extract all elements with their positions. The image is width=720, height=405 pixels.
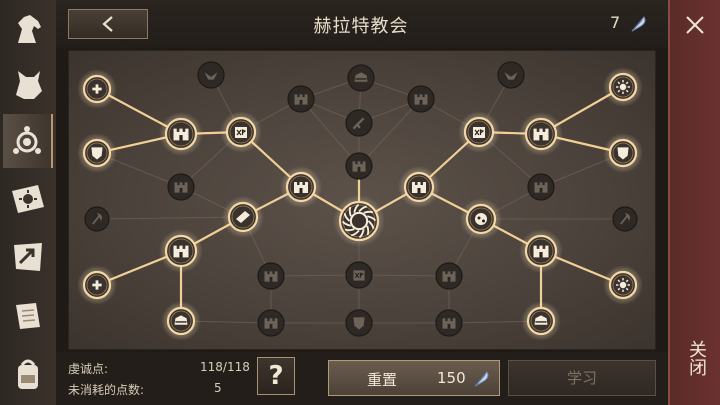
skill-node-active[interactable]	[159, 112, 203, 156]
sidebar-item-backpack[interactable]	[3, 346, 53, 400]
close-label: 关闭	[686, 340, 707, 376]
skill-node-active[interactable]	[519, 229, 563, 273]
sidebar-item-scroll[interactable]	[3, 288, 53, 342]
skill-node-active[interactable]	[77, 69, 117, 109]
skill-node-active[interactable]	[603, 67, 643, 107]
reset-button[interactable]: 重置 150	[328, 360, 500, 396]
skill-tree-graph	[77, 61, 643, 341]
sidebar-item-horse[interactable]	[3, 2, 53, 56]
sidebar-item-sun-scroll[interactable]	[3, 172, 53, 226]
sidebar-item-dog[interactable]	[3, 58, 53, 112]
skill-node-locked[interactable]	[435, 309, 463, 337]
skill-node-locked[interactable]	[527, 173, 555, 201]
skill-node-locked[interactable]	[257, 309, 285, 337]
skill-node-locked[interactable]	[167, 173, 195, 201]
skill-node-locked[interactable]	[197, 61, 225, 89]
sidebar-item-faith[interactable]	[3, 114, 53, 168]
skill-node-active[interactable]	[220, 111, 262, 153]
close-panel[interactable]: 关闭	[668, 0, 720, 405]
skill-node-active[interactable]	[398, 166, 440, 208]
tree-link-locked	[96, 216, 244, 220]
skill-node-locked[interactable]	[257, 262, 285, 290]
page-title: 赫拉特教会	[313, 16, 409, 37]
skill-node-locked[interactable]	[345, 309, 373, 337]
skill-node-locked[interactable]	[345, 109, 373, 137]
reset-label: 重置	[367, 371, 398, 389]
skill-node-active[interactable]	[603, 265, 643, 305]
skill-node-active[interactable]	[460, 198, 502, 240]
skill-node-active[interactable]	[77, 265, 117, 305]
skill-node-active[interactable]	[603, 133, 643, 173]
close-icon[interactable]	[684, 14, 706, 36]
skill-node-locked[interactable]	[345, 261, 373, 289]
feather-points-count: 7	[610, 13, 621, 32]
skill-node-locked[interactable]	[345, 152, 373, 180]
devotion-label: 虔诚点:	[68, 362, 109, 376]
skill-node-active[interactable]	[161, 301, 201, 341]
feather-icon	[474, 371, 489, 387]
skill-node-active[interactable]	[333, 195, 385, 247]
skill-node-locked[interactable]	[435, 262, 463, 290]
faith-symbol-icon	[13, 126, 41, 154]
skill-node-active[interactable]	[521, 301, 561, 341]
skill-node-active[interactable]	[519, 112, 563, 156]
learn-button[interactable]: 学习	[508, 360, 656, 396]
sun-scroll-icon	[12, 185, 44, 213]
map-arrow-icon	[14, 243, 42, 271]
unspent-points-label: 未消耗的点数:	[68, 383, 145, 397]
dog-head-icon	[16, 71, 42, 99]
skill-node-active[interactable]	[159, 229, 203, 273]
back-button[interactable]	[68, 9, 148, 39]
devotion-value: 118/118	[200, 360, 250, 374]
backpack-icon	[18, 359, 38, 389]
feather-icon	[631, 16, 646, 32]
horse-head-icon	[18, 15, 41, 43]
skill-node-locked[interactable]	[407, 85, 435, 113]
sidebar-item-map[interactable]	[3, 230, 53, 284]
skill-node-active[interactable]	[222, 196, 264, 238]
help-button[interactable]: ?	[257, 357, 295, 395]
scroll-quill-icon	[16, 303, 40, 329]
skill-tree-screen: 赫拉特教会 7 虔诚点: 118/118 未消耗的点数: 5 ? 重置 150 …	[0, 0, 720, 405]
skill-node-active[interactable]	[458, 111, 500, 153]
skill-node-locked[interactable]	[612, 206, 638, 232]
reset-cost: 150	[437, 369, 466, 387]
faith-skill-tree	[68, 50, 656, 350]
skill-node-locked[interactable]	[347, 64, 375, 92]
skill-node-active[interactable]	[77, 133, 117, 173]
skill-node-locked[interactable]	[84, 206, 110, 232]
category-sidebar	[0, 0, 56, 405]
unspent-points-value: 5	[214, 381, 222, 395]
skill-node-locked[interactable]	[287, 85, 315, 113]
skill-node-active[interactable]	[280, 166, 322, 208]
skill-node-locked[interactable]	[497, 61, 525, 89]
chevron-left-icon	[102, 16, 113, 32]
